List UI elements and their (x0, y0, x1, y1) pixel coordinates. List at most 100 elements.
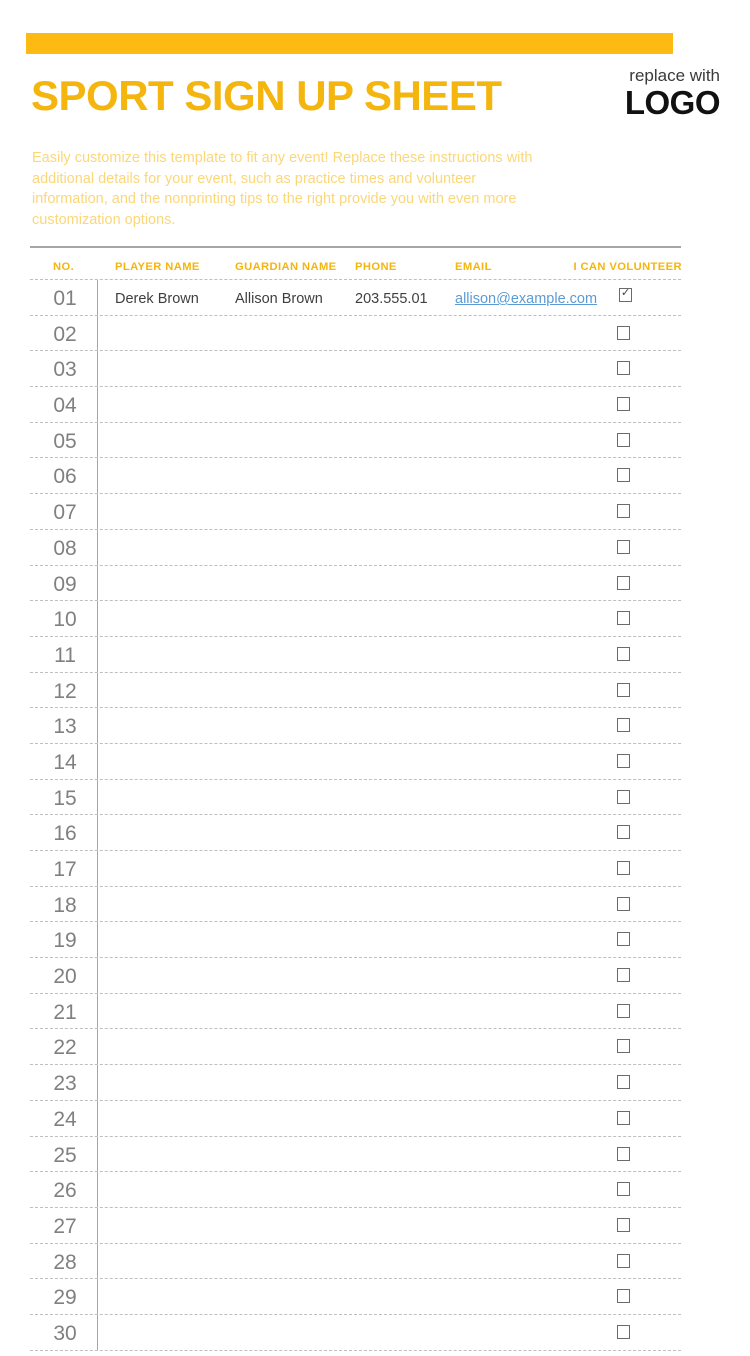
volunteer-checkbox[interactable] (617, 361, 630, 376)
column-header-guardian: GUARDIAN NAME (235, 261, 337, 273)
table-row[interactable]: 13 (30, 708, 681, 744)
accent-bar (26, 33, 673, 54)
row-divider (97, 743, 98, 779)
volunteer-checkbox[interactable] (617, 1253, 630, 1268)
volunteer-checkbox[interactable] (617, 1075, 630, 1090)
signup-sheet-page: SPORT SIGN UP SHEET replace with LOGO Ea… (0, 0, 750, 1356)
row-number: 15 (53, 786, 77, 810)
volunteer-checkbox[interactable] (617, 1003, 630, 1018)
row-number: 26 (53, 1179, 77, 1203)
volunteer-checkbox[interactable] (617, 468, 630, 483)
volunteer-checkbox[interactable] (617, 861, 630, 875)
email-link[interactable]: allison@example.com (455, 291, 597, 307)
row-number: 08 (53, 536, 77, 560)
row-divider (97, 458, 98, 494)
row-number: 10 (53, 608, 77, 632)
volunteer-checkbox[interactable] (619, 286, 632, 302)
volunteer-checkbox[interactable] (617, 932, 630, 947)
table-row[interactable]: 02 (30, 315, 681, 352)
row-number: 12 (53, 679, 77, 703)
table-row[interactable]: 28 (30, 1243, 681, 1280)
row-number: 13 (53, 715, 77, 739)
row-number: 23 (53, 1072, 77, 1096)
row-number: 09 (53, 572, 77, 596)
row-number: 30 (53, 1321, 77, 1345)
volunteer-checkbox[interactable] (617, 397, 630, 412)
volunteer-checkbox[interactable] (617, 896, 630, 911)
table-row[interactable]: 24 (30, 1100, 681, 1137)
table-row[interactable]: 06 (30, 458, 681, 495)
volunteer-checkbox[interactable] (617, 1146, 630, 1161)
row-divider (97, 708, 98, 743)
table-row[interactable]: 08 (30, 529, 681, 566)
row-number: 01 (53, 287, 77, 310)
volunteer-checkbox[interactable] (617, 789, 630, 804)
table-row[interactable]: 30 (30, 1314, 681, 1351)
volunteer-checkbox[interactable] (617, 646, 630, 661)
table-row[interactable]: 27 (30, 1207, 681, 1244)
row-number: 06 (53, 465, 77, 489)
table-row[interactable]: 18 (30, 886, 681, 923)
logo-word: LOGO (624, 84, 721, 121)
volunteer-checkbox[interactable] (617, 575, 630, 590)
table-row[interactable]: 25 (30, 1136, 681, 1173)
table-row[interactable]: 20 (30, 958, 681, 994)
table-row[interactable]: 21 (30, 993, 681, 1030)
volunteer-checkbox[interactable] (617, 1182, 630, 1197)
row-divider (97, 1172, 98, 1207)
column-header-no: NO. (53, 261, 75, 273)
row-number: 21 (53, 1000, 77, 1024)
table-row[interactable]: 29 (30, 1279, 681, 1315)
volunteer-checkbox[interactable] (617, 325, 630, 340)
guardian-name-cell[interactable]: Allison Brown (235, 289, 347, 309)
page-title: SPORT SIGN UP SHEET (31, 72, 502, 119)
row-divider (97, 1207, 98, 1243)
table-row[interactable]: 05 (30, 422, 681, 459)
table-row[interactable]: 07 (30, 494, 681, 530)
column-header-phone: PHONE (355, 261, 397, 273)
row-divider (97, 601, 98, 636)
volunteer-checkbox[interactable] (617, 753, 630, 768)
table-row[interactable]: 11 (30, 636, 681, 673)
table-row[interactable]: 15 (30, 779, 681, 816)
table-row[interactable]: 03 (30, 351, 681, 388)
table-row[interactable]: 19 (30, 922, 681, 959)
volunteer-checkbox[interactable] (617, 1217, 630, 1232)
table-row[interactable]: 17 (30, 851, 681, 887)
volunteer-checkbox[interactable] (617, 1039, 630, 1054)
row-divider (97, 422, 98, 458)
volunteer-checkbox[interactable] (617, 539, 630, 554)
volunteer-checkbox[interactable] (617, 825, 630, 840)
phone-cell[interactable]: 203.555.01 (355, 289, 437, 309)
row-divider (97, 387, 98, 422)
table-row[interactable]: 26 (30, 1172, 681, 1208)
volunteer-checkbox[interactable] (617, 968, 630, 983)
row-number: 20 (53, 965, 77, 989)
table-row[interactable]: 23 (30, 1065, 681, 1101)
volunteer-checkbox[interactable] (617, 718, 630, 733)
table-row[interactable]: 09 (30, 565, 681, 602)
table-row[interactable]: 04 (30, 387, 681, 423)
volunteer-checkbox[interactable] (617, 611, 630, 626)
table-row[interactable]: 10 (30, 601, 681, 637)
table-row[interactable]: 12 (30, 672, 681, 709)
volunteer-checkbox[interactable] (617, 504, 630, 519)
table-row[interactable]: 22 (30, 1029, 681, 1066)
row-number: 28 (53, 1250, 77, 1274)
row-divider (97, 1100, 98, 1136)
player-name-cell[interactable]: Derek Brown (115, 289, 227, 309)
email-cell[interactable]: allison@example.com (455, 289, 625, 309)
table-row[interactable]: 01 Derek Brown Allison Brown 203.555.01 alli… (30, 280, 681, 316)
table-row[interactable]: 14 (30, 743, 681, 780)
volunteer-checkbox[interactable] (617, 1324, 630, 1339)
volunteer-checkbox[interactable] (617, 432, 630, 447)
volunteer-checkbox[interactable] (617, 1110, 630, 1125)
volunteer-checkbox[interactable] (617, 682, 630, 697)
row-number: 19 (53, 929, 77, 953)
table-row[interactable]: 16 (30, 815, 681, 851)
volunteer-checkbox[interactable] (617, 1289, 630, 1304)
row-number: 22 (53, 1036, 77, 1060)
row-divider (97, 851, 98, 886)
row-divider (97, 565, 98, 601)
column-header-email: EMAIL (455, 261, 492, 273)
